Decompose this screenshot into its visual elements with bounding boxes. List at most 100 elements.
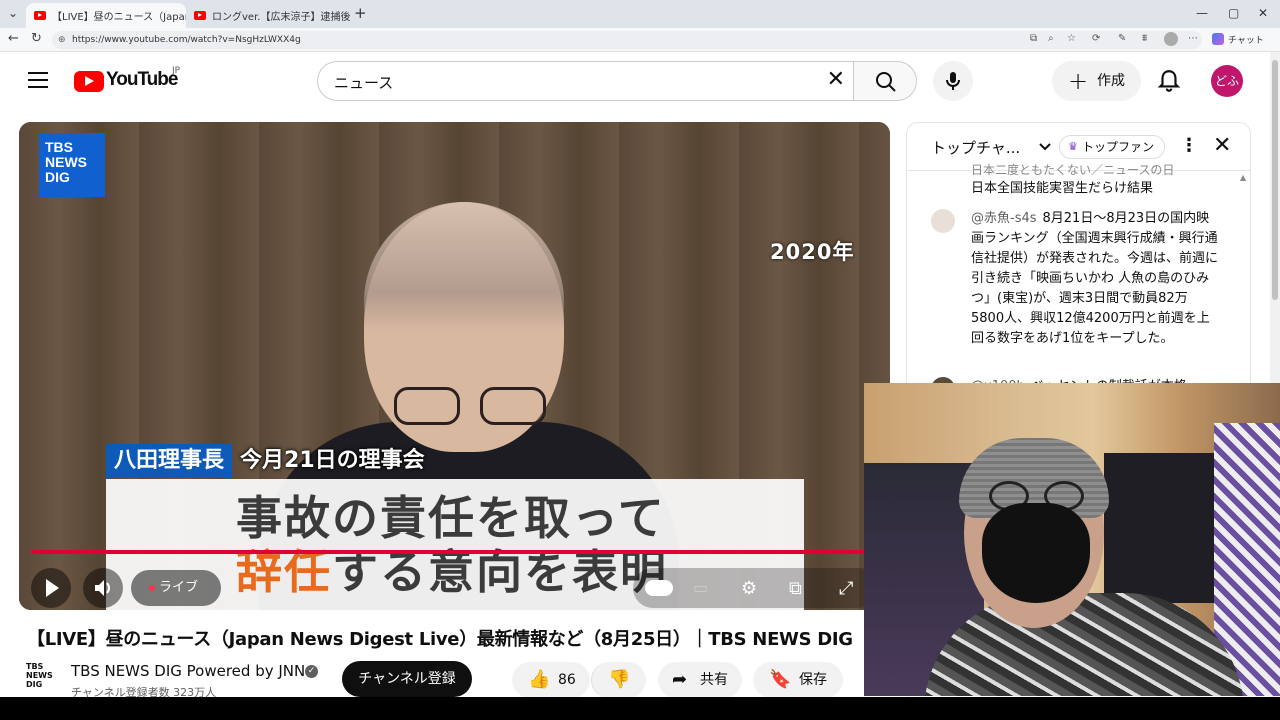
browser-tab-active[interactable]: 【LIVE】昼のニュース（Japan News ✕ (26, 3, 186, 28)
webcam-person-mask (982, 503, 1090, 603)
address-bar-row: ← ↻ ⊕ https://www.youtube.com/watch?v=Ns… (0, 28, 1280, 52)
chat-message-text: 日本全国技能実習生だらけ結果 (971, 181, 1154, 196)
miniplayer-icon[interactable]: ⧉ (789, 578, 802, 599)
more-menu-icon[interactable]: ⋯ (1188, 33, 1198, 44)
logo-line: TBS (45, 139, 73, 155)
menu-icon[interactable] (28, 72, 48, 88)
search-button[interactable] (853, 61, 917, 101)
search-box[interactable]: ニュース ✕ (317, 61, 853, 101)
share-button[interactable]: ➦ 共有 (658, 662, 742, 698)
puzzle-icon[interactable]: ✎ (1118, 33, 1126, 44)
top-fan-label: トップファン (1082, 140, 1155, 154)
share-arrow-icon: ➦ (672, 669, 688, 690)
player-controls: ライブ ▭ ⚙ ⧉ ⤢ (19, 560, 890, 610)
chat-more-icon[interactable]: ⋮ (1180, 135, 1198, 156)
subscribe-button[interactable]: チャンネル登録 (342, 661, 472, 697)
volume-icon (95, 580, 110, 596)
favorites-icon[interactable]: ⩩ (1142, 33, 1147, 44)
save-label: 保存 (799, 672, 827, 688)
zoom-icon[interactable]: ⌕ (1048, 33, 1054, 44)
tab-title: ロングver.【広末涼子】逮捕後初 (212, 12, 350, 23)
youtube-header: YouTube JP ニュース ✕ + 作成 どふ (0, 52, 1280, 112)
bookmark-star-icon[interactable]: ☆ (1067, 33, 1076, 44)
search-icon (876, 72, 896, 92)
year-overlay: 2020年 (770, 240, 855, 264)
video-player[interactable]: TBS NEWS DIG 2020年 八田理事長 今月21日の理事会 事故の責任… (19, 122, 890, 610)
right-controls: ▭ ⚙ ⧉ ⤢ (633, 568, 879, 608)
tab-title: 【LIVE】昼のニュース（Japan News (52, 12, 186, 23)
site-info-icon[interactable]: ⊕ (58, 31, 66, 49)
restore-icon[interactable]: ▢ (1228, 6, 1239, 20)
bookmark-icon: 🔖 (769, 669, 792, 690)
create-button[interactable]: + 作成 (1052, 61, 1141, 101)
chat-message-text: 8月21日〜8月23日の国内映画ランキング（全国週末興行成績・興行通信社提供）が… (971, 211, 1219, 346)
live-label: ライブ (159, 580, 199, 595)
top-fan-button[interactable]: ♛ トップファン (1059, 135, 1166, 159)
voice-search-button[interactable] (933, 61, 973, 101)
youtube-wordmark[interactable]: YouTube (106, 69, 178, 91)
live-badge[interactable]: ライブ (131, 570, 221, 606)
crown-icon: ♛ (1068, 140, 1078, 153)
window-close-icon[interactable]: ✕ (1258, 6, 1268, 20)
microphone-icon (946, 72, 960, 90)
browser-profile-avatar[interactable] (1164, 32, 1178, 46)
save-button[interactable]: 🔖 保存 (753, 662, 843, 698)
progress-bar[interactable] (31, 550, 878, 554)
like-button[interactable]: 👍 86 (512, 662, 590, 698)
volume-button[interactable] (83, 568, 123, 608)
channel-logo-line: DIG (26, 680, 43, 689)
tbs-news-dig-logo: TBS NEWS DIG (39, 133, 105, 197)
live-dot-icon (149, 585, 155, 591)
youtube-logo-icon[interactable] (74, 71, 104, 92)
minimize-icon[interactable]: — (1196, 6, 1208, 20)
chat-author-avatar[interactable] (931, 209, 955, 233)
speaker-name: 八田理事長 (106, 444, 233, 478)
autoplay-toggle[interactable] (645, 580, 673, 596)
chat-scroll-up-icon[interactable]: ▲ (1240, 173, 1246, 182)
page-scrollbar-thumb[interactable] (1272, 60, 1278, 300)
logo-line: NEWS (45, 154, 87, 170)
webcam-overlay (864, 383, 1280, 696)
chat-message: @赤魚-s4s 8月21日〜8月23日の国内映画ランキング（全国週末興行成績・興行… (971, 209, 1219, 349)
play-icon (46, 579, 59, 597)
chevron-down-icon[interactable] (1037, 139, 1053, 155)
copilot-icon[interactable] (1212, 33, 1224, 45)
fullscreen-icon[interactable]: ⤢ (839, 578, 853, 599)
translate-icon[interactable]: ⧉ (1030, 33, 1037, 44)
video-person-glasses (394, 387, 554, 427)
plus-icon: + (1068, 67, 1089, 95)
chat-message-partial: 日本二度ともたくない／ニュースの日 (971, 163, 1175, 177)
search-input[interactable]: ニュース (334, 72, 393, 93)
webcam-background-clothes (1104, 453, 1214, 603)
clear-search-icon[interactable]: ✕ (827, 69, 845, 91)
channel-logo-line: TBS (26, 662, 44, 671)
copilot-label[interactable]: チャット (1228, 33, 1264, 46)
thumbs-down-icon: 👎 (608, 669, 631, 690)
like-count: 86 (558, 672, 576, 688)
reload-icon[interactable]: ↻ (31, 31, 42, 46)
dislike-button[interactable]: 👎 (591, 662, 646, 698)
video-title: 【LIVE】昼のニュース（Japan News Digest Live）最新情報… (27, 629, 853, 650)
chat-author[interactable]: @赤魚-s4s (971, 211, 1037, 226)
account-avatar[interactable]: どふ (1211, 65, 1243, 97)
region-code: JP (172, 66, 181, 76)
settings-gear-icon[interactable]: ⚙ (741, 578, 757, 599)
create-label: 作成 (1097, 73, 1125, 89)
chat-close-icon[interactable]: ✕ (1213, 133, 1231, 158)
channel-logo-line: NEWS (26, 671, 53, 680)
share-label: 共有 (700, 672, 728, 688)
tab-search-icon[interactable]: ⌄ (8, 6, 18, 20)
channel-avatar[interactable]: TBS NEWS DIG (26, 662, 58, 692)
chat-mode-title[interactable]: トップチャ... (931, 137, 1020, 158)
channel-name[interactable]: TBS NEWS DIG Powered by JNN (71, 662, 305, 680)
back-icon[interactable]: ← (8, 31, 19, 46)
extensions-icon[interactable]: ⟳ (1092, 33, 1100, 44)
chat-message: 日本全国技能実習生だらけ結果 (971, 179, 1219, 199)
notifications-bell-icon[interactable] (1156, 68, 1182, 94)
youtube-favicon-icon (194, 11, 206, 20)
new-tab-icon[interactable]: + (354, 4, 367, 22)
browser-tab[interactable]: ロングver.【広末涼子】逮捕後初 ✕ (186, 3, 350, 28)
subtitles-icon[interactable]: ▭ (693, 578, 708, 597)
play-button[interactable] (31, 568, 71, 608)
speaker-nametag: 八田理事長 今月21日の理事会 (106, 444, 425, 478)
